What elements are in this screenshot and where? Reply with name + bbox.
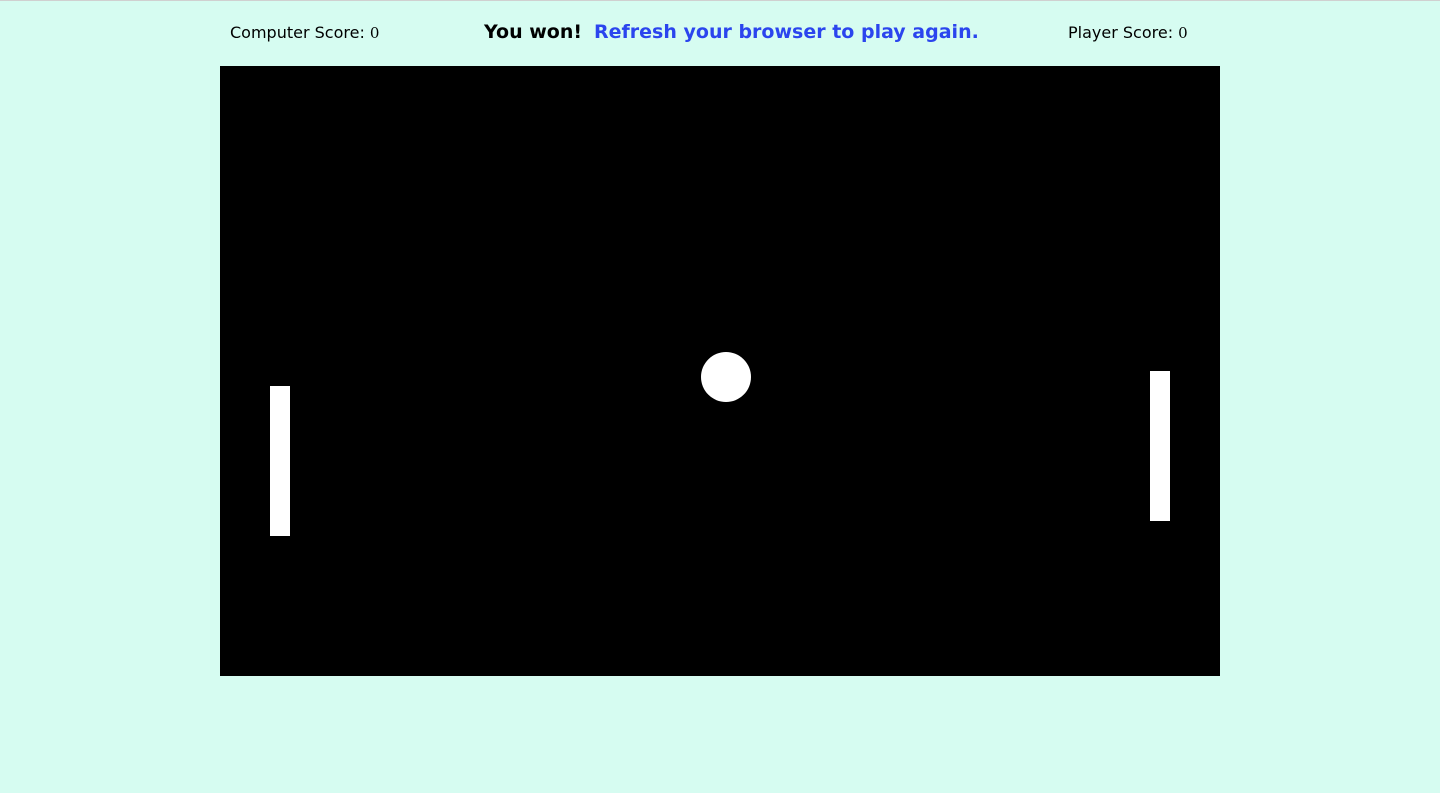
player-paddle[interactable]: [1150, 371, 1170, 521]
computer-score: Computer Score: 0: [230, 22, 379, 44]
play-again-hint: Refresh your browser to play again.: [594, 21, 979, 43]
game-status: You won! Refresh your browser to play aga…: [484, 19, 979, 45]
top-border: [0, 0, 1440, 1]
game-board[interactable]: [220, 66, 1220, 676]
computer-score-value: 0: [369, 24, 380, 42]
computer-score-label: Computer Score:: [230, 23, 370, 42]
player-score-value: 0: [1178, 24, 1188, 42]
game-result-message: You won!: [484, 21, 583, 43]
player-score-label: Player Score:: [1068, 23, 1179, 42]
player-score: Player Score: 0: [1068, 22, 1188, 44]
computer-paddle: [270, 386, 290, 536]
ball: [701, 352, 751, 402]
